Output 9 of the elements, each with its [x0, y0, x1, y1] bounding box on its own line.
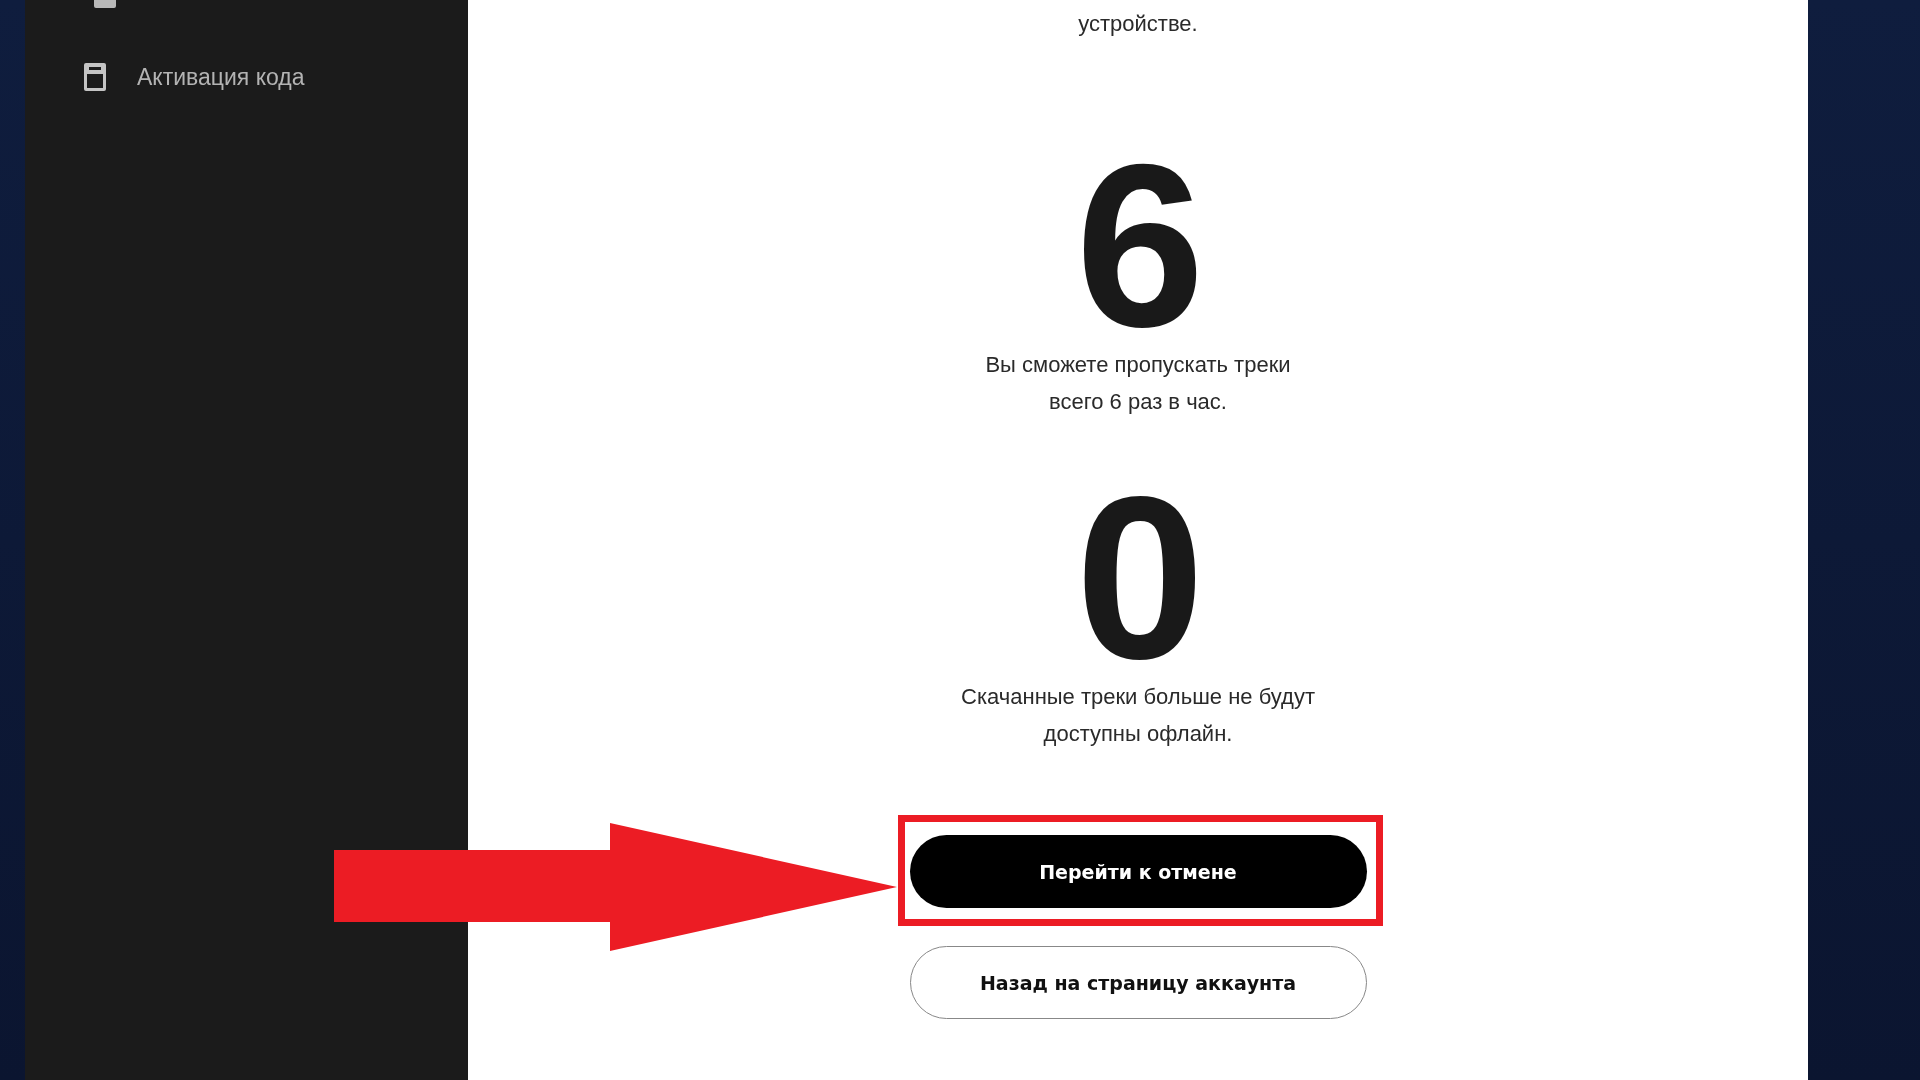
stat-description: Вы сможете пропускать треки всего 6 раз в час. [985, 351, 1291, 416]
sidebar-item[interactable]: Активация кода [137, 63, 305, 91]
description-text: устройстве. [1078, 10, 1198, 38]
cancel-button[interactable]: Перейти к отмене [909, 835, 1367, 908]
back-button[interactable]: Назад на страницу аккаунта [909, 946, 1367, 1019]
stat-number: 6 [1075, 146, 1201, 346]
stat-number: 0 [1075, 478, 1201, 678]
card-icon [83, 62, 107, 92]
stat-description: Скачанные треки больше не будут доступны офлайн. [961, 683, 1315, 748]
